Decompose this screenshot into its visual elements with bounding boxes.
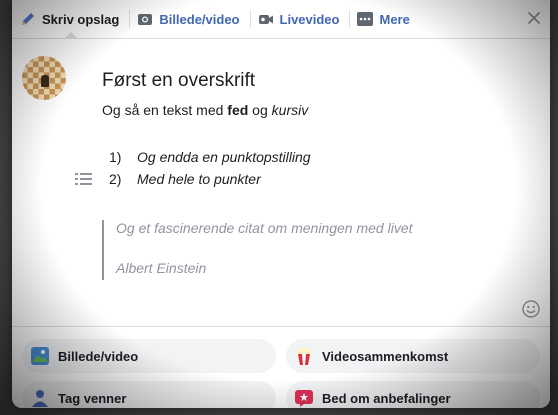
tab-label: Billede/video (159, 11, 240, 27)
numbered-list-icon[interactable] (75, 171, 93, 187)
tag-friends-button[interactable]: Tag venner (22, 381, 276, 408)
chess-piece-icon (41, 75, 49, 87)
list-number: 2) (109, 171, 122, 187)
camera-icon (138, 14, 153, 25)
paragraph-italic: kursiv (271, 102, 309, 118)
tab-more[interactable]: Mere (349, 0, 419, 38)
tab-label: Livevideo (279, 11, 340, 27)
quote-text: Og et fascinerende citat om meningen med… (116, 220, 413, 236)
photo-icon (31, 347, 49, 365)
action-label: Billede/video (58, 348, 139, 364)
avatar (22, 56, 66, 100)
emoji-icon[interactable] (522, 300, 540, 318)
paragraph-middle: og (248, 102, 272, 118)
tag-friends-icon (32, 390, 48, 407)
video-meeting-button[interactable]: Videosammenkomst (286, 339, 540, 373)
tab-photo-video[interactable]: Billede/video (129, 0, 249, 38)
composer-card: Skriv opslag Billede/video Livevideo Mer… (12, 0, 550, 408)
list-item[interactable]: 1) Og endda en punktopstilling (109, 149, 311, 165)
list-item[interactable]: 2) Med hele to punkter (109, 171, 261, 187)
list-number: 1) (109, 149, 122, 165)
paragraph-prefix: Og så en tekst med (102, 102, 228, 118)
pencil-icon (22, 13, 34, 25)
composer-tabs: Skriv opslag Billede/video Livevideo Mer… (12, 0, 550, 39)
action-label: Videosammenkomst (322, 348, 449, 364)
close-icon[interactable] (526, 10, 542, 26)
list-text: Med hele to punkter (137, 171, 261, 187)
quote-author: Albert Einstein (116, 260, 207, 276)
list-text: Og endda en punktopstilling (137, 149, 311, 165)
composer-actions: Billede/video Videosammenkomst Tag venne… (12, 326, 550, 408)
blockquote[interactable]: Og et fascinerende citat om meningen med… (102, 220, 413, 280)
tab-label: Mere (379, 11, 410, 27)
video-camera-icon (258, 15, 273, 24)
action-label: Tag venner (58, 390, 127, 406)
recommendation-icon (295, 390, 313, 407)
ask-recommendations-button[interactable]: Bed om anbefalinger (286, 381, 540, 408)
tab-label: Skriv opslag (42, 11, 120, 27)
tab-live-video[interactable]: Livevideo (249, 0, 350, 38)
post-paragraph[interactable]: Og så en tekst med fed og kursiv (102, 102, 308, 118)
action-label: Bed om anbefalinger (322, 390, 451, 406)
popcorn-icon (297, 347, 311, 365)
tab-write-post[interactable]: Skriv opslag (12, 0, 129, 38)
post-heading[interactable]: Først en overskrift (102, 70, 255, 92)
photo-video-button[interactable]: Billede/video (22, 339, 276, 373)
more-dots-icon (357, 12, 374, 26)
paragraph-bold: fed (227, 102, 249, 118)
